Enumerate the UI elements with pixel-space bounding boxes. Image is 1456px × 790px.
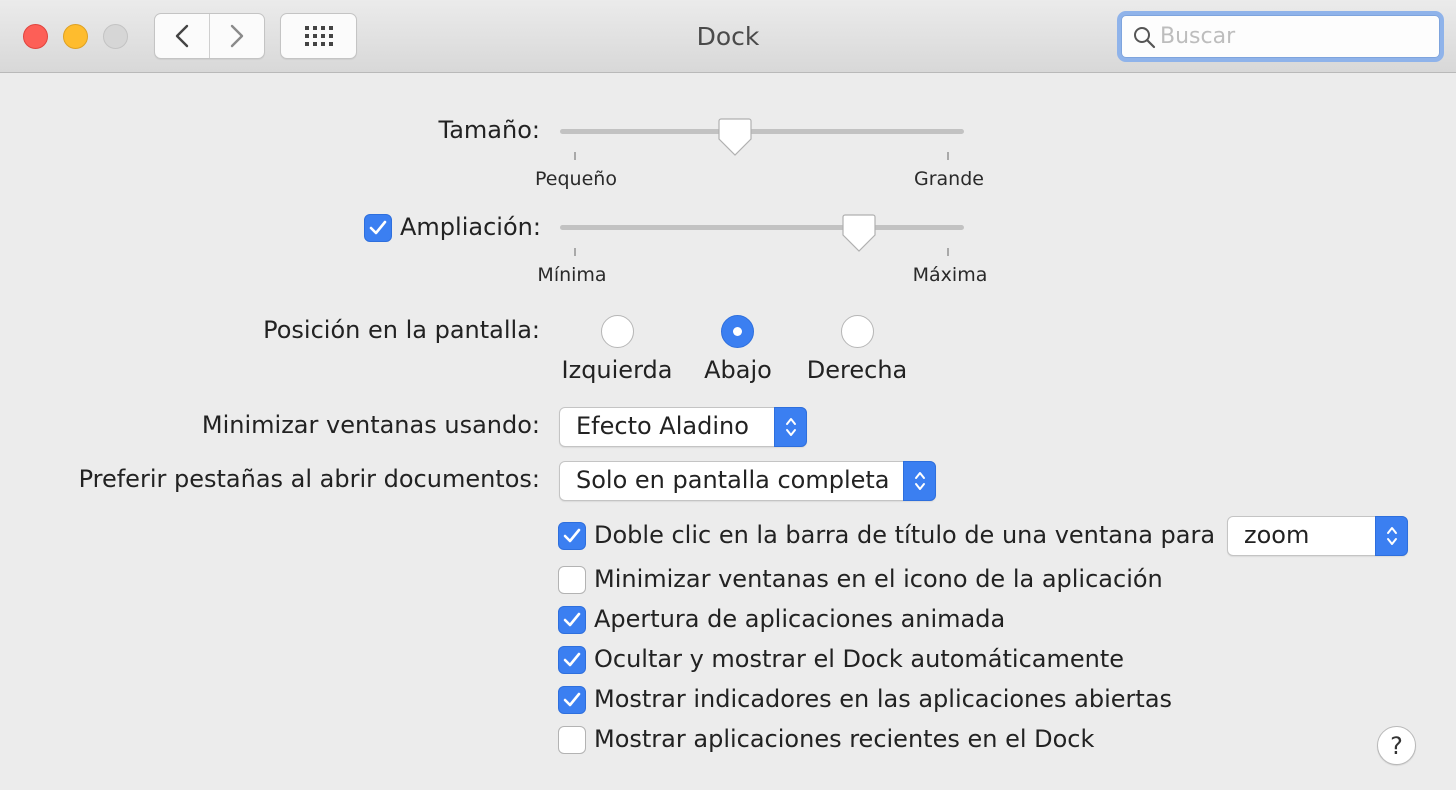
prefer-tabs-value: Solo en pantalla completa	[576, 466, 890, 494]
minimize-effect-popup[interactable]: Efecto Aladino	[559, 407, 807, 447]
minimize-effect-label: Minimizar ventanas usando:	[201, 411, 540, 439]
search-input[interactable]	[1160, 24, 1430, 49]
animate-opening-apps-checkbox[interactable]	[558, 606, 586, 634]
autohide-dock-checkbox[interactable]	[558, 646, 586, 674]
position-bottom-radio[interactable]	[721, 315, 754, 348]
option-label: Mostrar indicadores en las aplicaciones …	[594, 685, 1173, 713]
size-label: Tamaño:	[438, 116, 540, 144]
search-icon	[1134, 26, 1156, 48]
show-all-button[interactable]	[280, 13, 357, 59]
double-click-checkbox[interactable]	[558, 522, 586, 550]
option-label: Minimizar ventanas en el icono de la apl…	[594, 565, 1163, 593]
search-box	[1121, 15, 1440, 58]
magnification-label: Ampliación:	[400, 213, 541, 241]
position-left-radio[interactable]	[601, 315, 634, 348]
checkmark-icon	[369, 220, 387, 235]
navigation-buttons	[154, 13, 265, 59]
show-indicators-checkbox[interactable]	[558, 686, 586, 714]
magnification-min-label: Mínima	[537, 264, 607, 286]
search-field[interactable]	[1117, 11, 1444, 62]
chevron-left-icon	[175, 24, 189, 48]
checkmark-icon	[563, 612, 581, 627]
magnification-slider-knob[interactable]	[842, 214, 876, 252]
position-right-radio[interactable]	[841, 315, 874, 348]
option-label: Mostrar aplicaciones recientes en el Doc…	[594, 725, 1095, 753]
minimize-window-button[interactable]	[63, 24, 88, 49]
magnification-tick-max	[947, 248, 949, 256]
show-recent-apps-checkbox[interactable]	[558, 726, 586, 754]
option-label: Apertura de aplicaciones animada	[594, 605, 1006, 633]
size-max-label: Grande	[914, 168, 984, 190]
back-button[interactable]	[155, 14, 209, 58]
magnification-max-label: Máxima	[912, 264, 988, 286]
double-click-label: Doble clic en la barra de título de una …	[594, 521, 1216, 549]
prefer-tabs-popup[interactable]: Solo en pantalla completa	[559, 461, 936, 501]
popup-arrows-icon	[903, 461, 936, 501]
option-label: Ocultar y mostrar el Dock automáticament…	[594, 645, 1125, 673]
size-slider-knob[interactable]	[718, 118, 752, 156]
minimize-effect-value: Efecto Aladino	[576, 412, 749, 440]
position-bottom-label: Abajo	[704, 356, 772, 384]
window-title: Dock	[696, 22, 760, 51]
grid-icon	[304, 26, 333, 46]
close-window-button[interactable]	[23, 24, 48, 49]
position-right-label: Derecha	[806, 356, 908, 384]
minimize-into-app-icon-checkbox[interactable]	[558, 566, 586, 594]
checkmark-icon	[563, 692, 581, 707]
checkmark-icon	[563, 528, 581, 543]
help-button[interactable]: ?	[1377, 726, 1416, 765]
size-slider-track[interactable]	[560, 129, 964, 134]
checkmark-icon	[563, 652, 581, 667]
magnification-checkbox[interactable]	[364, 214, 392, 242]
magnification-slider-track[interactable]	[560, 225, 964, 230]
popup-arrows-icon	[1375, 516, 1408, 556]
forward-button[interactable]	[209, 14, 264, 58]
chevron-right-icon	[230, 24, 244, 48]
popup-arrows-icon	[774, 407, 807, 447]
magnification-tick-min	[574, 248, 576, 256]
size-tick-min	[574, 152, 576, 160]
size-min-label: Pequeño	[535, 168, 617, 190]
size-tick-max	[947, 152, 949, 160]
double-click-action-popup[interactable]: zoom	[1227, 516, 1408, 556]
radio-selected-dot	[733, 327, 742, 336]
window-titlebar: Dock	[0, 0, 1456, 73]
help-label: ?	[1390, 731, 1403, 760]
prefer-tabs-label: Preferir pestañas al abrir documentos:	[78, 465, 540, 493]
position-left-label: Izquierda	[561, 356, 673, 384]
double-click-action-value: zoom	[1244, 521, 1310, 549]
position-label: Posición en la pantalla:	[263, 316, 540, 344]
zoom-window-button[interactable]	[103, 24, 128, 49]
